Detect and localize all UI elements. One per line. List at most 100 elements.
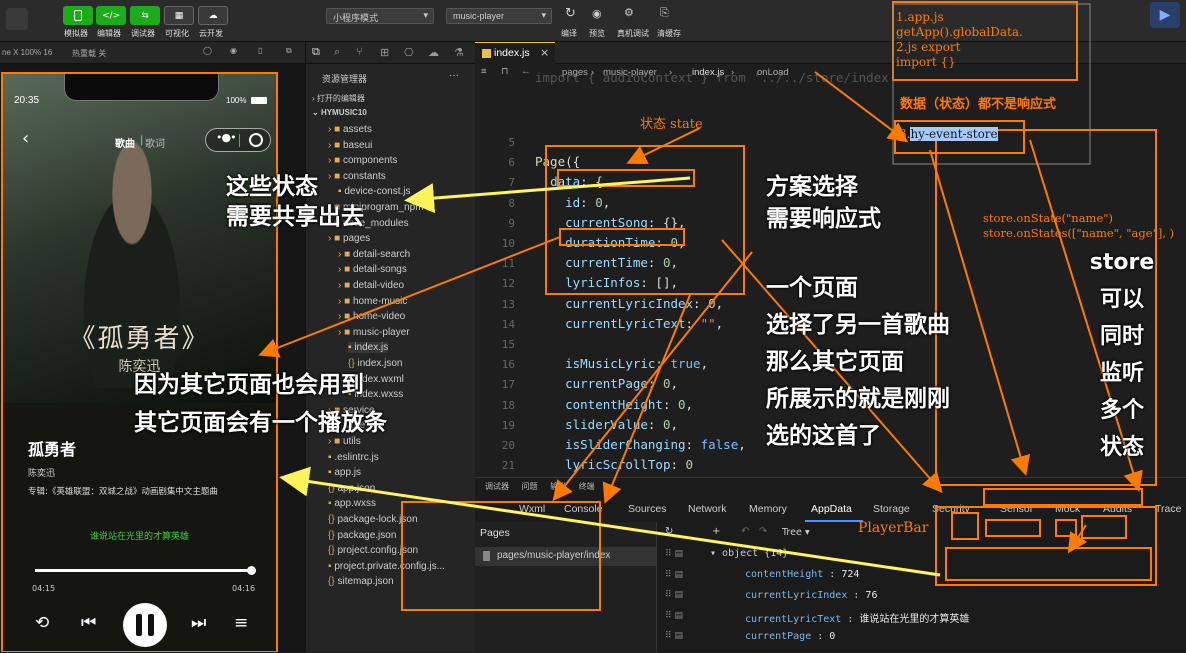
extensions-icon[interactable]: ⊞ <box>380 46 389 59</box>
progress-thumb[interactable] <box>246 566 256 575</box>
tab-console[interactable]: Console <box>564 503 603 515</box>
tree-file[interactable]: ▪ index.js <box>348 342 389 354</box>
more-icon[interactable]: •●• <box>216 131 237 144</box>
device-select[interactable]: ne X 100% 16 <box>2 48 52 57</box>
capsule-menu[interactable]: •●• <box>205 128 271 152</box>
tree-folder[interactable]: › ■ detail-songs <box>338 264 407 275</box>
page-item[interactable]: pages/music-player/index <box>475 547 657 566</box>
tab-mock[interactable]: Mock <box>1055 503 1080 515</box>
tree-folder[interactable]: › ■ baseui <box>328 140 372 151</box>
tab-sensor[interactable]: Sensor <box>1000 503 1033 515</box>
visual-toggle-button[interactable]: ▦ <box>164 6 194 25</box>
explorer-more-icon[interactable]: ··· <box>449 70 459 81</box>
close-tab-icon[interactable]: × <box>540 46 549 59</box>
subtab-terminal[interactable]: 终端 <box>579 482 595 491</box>
project-header[interactable]: ⌄ HYMUSIC10 <box>312 108 367 117</box>
tree-file[interactable]: {} project.config.json <box>328 545 418 556</box>
tree-folder[interactable]: › ■ assets <box>328 124 372 135</box>
tab-memory[interactable]: Memory <box>749 503 787 515</box>
tree-folder[interactable]: › ■ components <box>328 155 397 166</box>
cloud-dev-button[interactable]: ☁ <box>198 6 228 25</box>
subtab-output[interactable]: 输出 <box>550 482 566 491</box>
appdata-row[interactable]: currentLyricIndex : 76 <box>745 590 877 601</box>
tree-folder[interactable]: › ■ music-player <box>338 327 410 338</box>
open-editors-header[interactable]: › 打开的编辑器 <box>312 93 365 104</box>
back-nav-icon[interactable]: ← <box>521 66 531 77</box>
close-mini-program-icon[interactable] <box>249 133 263 147</box>
search-icon[interactable]: ⌕ <box>334 46 340 59</box>
debug-device-icon[interactable]: ⚙ <box>624 6 634 19</box>
appdata-row[interactable]: currentLyricText : 谁说站在光里的才算英雄 <box>745 610 969 625</box>
appdata-value[interactable]: 谁说站在光里的才算英雄 <box>859 614 969 625</box>
refresh-icon[interactable]: ↻ <box>665 526 673 537</box>
redo-icon[interactable]: ↷ <box>759 526 767 537</box>
undo-icon[interactable]: ↶ <box>741 526 749 537</box>
tree-file[interactable]: ▪ project.private.config.js... <box>328 561 445 572</box>
tab-wxml[interactable]: Wxml <box>519 503 545 515</box>
tree-folder[interactable]: › ■ detail-search <box>338 249 410 260</box>
tab-sources[interactable]: Sources <box>628 503 667 515</box>
appdata-value[interactable]: 76 <box>865 590 877 601</box>
test-icon[interactable]: ⚗ <box>454 46 464 59</box>
progress-slider[interactable] <box>35 566 256 575</box>
prev-icon[interactable]: ⏮ <box>81 613 96 633</box>
mode-select[interactable]: 小程序模式 ▾ <box>326 8 434 24</box>
playlist-icon[interactable]: ≡ <box>234 613 248 633</box>
nav-tab-song[interactable]: 歌曲 <box>115 135 135 150</box>
hot-reload-toggle[interactable]: 热重载 关 <box>72 48 106 59</box>
tab-security[interactable]: Security <box>932 503 970 515</box>
object-node[interactable]: ▾ object {14} <box>710 548 788 559</box>
extension-icon[interactable]: ▶ <box>1150 2 1180 28</box>
record-icon[interactable]: ◉ <box>230 46 237 55</box>
tab-storage[interactable]: Storage <box>873 503 910 515</box>
tree-file[interactable]: {} sitemap.json <box>328 576 394 587</box>
tree-folder[interactable]: › ■ detail-video <box>338 280 404 291</box>
tree-file[interactable]: {} app.json <box>328 483 375 494</box>
drag-handle-icon[interactable]: ⠿ ▤ <box>665 631 683 641</box>
tree-file[interactable]: ▪ app.wxss <box>328 498 376 509</box>
simulator-toggle-button[interactable] <box>63 6 93 25</box>
back-icon[interactable]: ‹ <box>22 128 29 149</box>
project-select[interactable]: music-player ▾ <box>446 8 552 24</box>
tree-folder[interactable]: › ■ home-music <box>338 296 407 307</box>
clear-cache-icon[interactable]: ⎘ <box>660 6 669 20</box>
tree-file[interactable]: {} package-lock.json <box>328 514 418 525</box>
next-icon[interactable]: ⏭ <box>191 613 206 633</box>
files-icon[interactable]: ⧉ <box>312 46 320 59</box>
tab-network[interactable]: Network <box>688 503 727 515</box>
tab-appdata[interactable]: AppData <box>811 503 852 515</box>
play-mode-icon[interactable]: ⟲ <box>35 613 49 633</box>
subtab-debugger[interactable]: 调试器 <box>485 482 509 491</box>
cloud-view-icon[interactable]: ☁ <box>428 46 439 59</box>
editor-toggle-button[interactable]: </> <box>96 6 126 25</box>
source-control-icon[interactable]: ⑂ <box>356 46 363 58</box>
drag-handle-icon[interactable]: ⠿ ▤ <box>665 590 683 600</box>
preview-icon[interactable]: ◉ <box>592 7 602 20</box>
appdata-row[interactable]: currentPage : 0 <box>745 631 835 642</box>
tab-trace[interactable]: Trace <box>1155 503 1181 515</box>
expand-arrow-icon[interactable]: ▾ <box>710 548 722 559</box>
window-icon[interactable]: ⧉ <box>286 46 292 56</box>
tree-file[interactable]: ▪ app.js <box>328 467 361 478</box>
pause-button[interactable] <box>123 603 167 647</box>
subtab-problems[interactable]: 问题 <box>522 482 538 491</box>
drag-handle-icon[interactable]: ⠿ ▤ <box>665 611 683 621</box>
tab-audits[interactable]: Audits <box>1103 503 1132 515</box>
debugger-toggle-button[interactable]: ⇆ <box>130 6 160 25</box>
editor-tab-index-js[interactable]: index.js × <box>475 42 555 64</box>
appdata-value[interactable]: 724 <box>841 569 859 580</box>
debug-view-icon[interactable]: ⎔ <box>404 46 414 59</box>
add-icon[interactable]: + <box>712 526 720 537</box>
drag-handle-icon[interactable]: ⠿ ▤ <box>665 570 683 580</box>
tree-file[interactable]: {} package.json <box>328 530 396 541</box>
tree-file[interactable]: ▪ .eslintrc.js <box>328 452 379 463</box>
bookmark-icon[interactable]: ⊓ <box>501 66 508 77</box>
tree-folder[interactable]: › ■ home-video <box>338 311 405 322</box>
phone-rotate-icon[interactable]: ▯ <box>258 46 262 55</box>
appdata-value[interactable]: 0 <box>829 631 835 642</box>
compile-icon[interactable]: ↻ <box>565 6 576 21</box>
drag-handle-icon[interactable]: ⠿ ▤ <box>665 549 683 559</box>
tree-folder[interactable]: › ■ pages <box>328 233 370 244</box>
appdata-row[interactable]: contentHeight : 724 <box>745 569 859 580</box>
stop-icon[interactable]: ◯ <box>203 46 212 55</box>
